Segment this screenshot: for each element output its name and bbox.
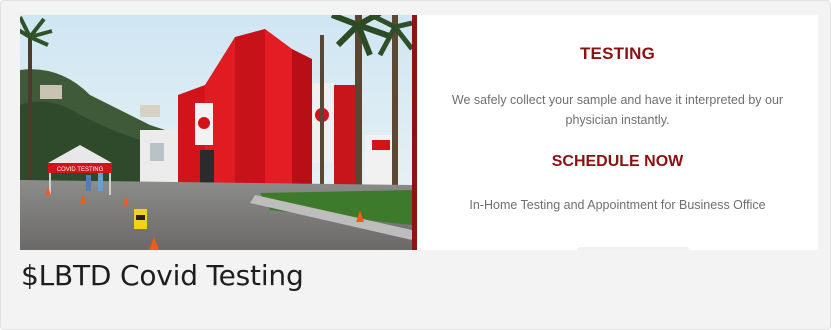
card: COVID TESTING TESTING We safely collect … — [0, 0, 831, 330]
schedule-now-heading[interactable]: SCHEDULE NOW — [417, 153, 818, 171]
card-caption[interactable]: $LBTD Covid Testing — [21, 259, 304, 292]
promo-title: TESTING — [579, 44, 656, 63]
promo-button[interactable] — [577, 247, 689, 250]
promo-subtext: In-Home Testing and Appointment for Busi… — [469, 198, 766, 212]
banner-image[interactable]: COVID TESTING TESTING We safely collect … — [20, 15, 818, 250]
tent-sign: COVID TESTING — [57, 167, 104, 173]
promo-panel: TESTING We safely collect your sample an… — [417, 15, 818, 250]
promo-description: We safely collect your sample and have i… — [451, 93, 784, 127]
testing-site-photo: COVID TESTING — [20, 15, 412, 250]
